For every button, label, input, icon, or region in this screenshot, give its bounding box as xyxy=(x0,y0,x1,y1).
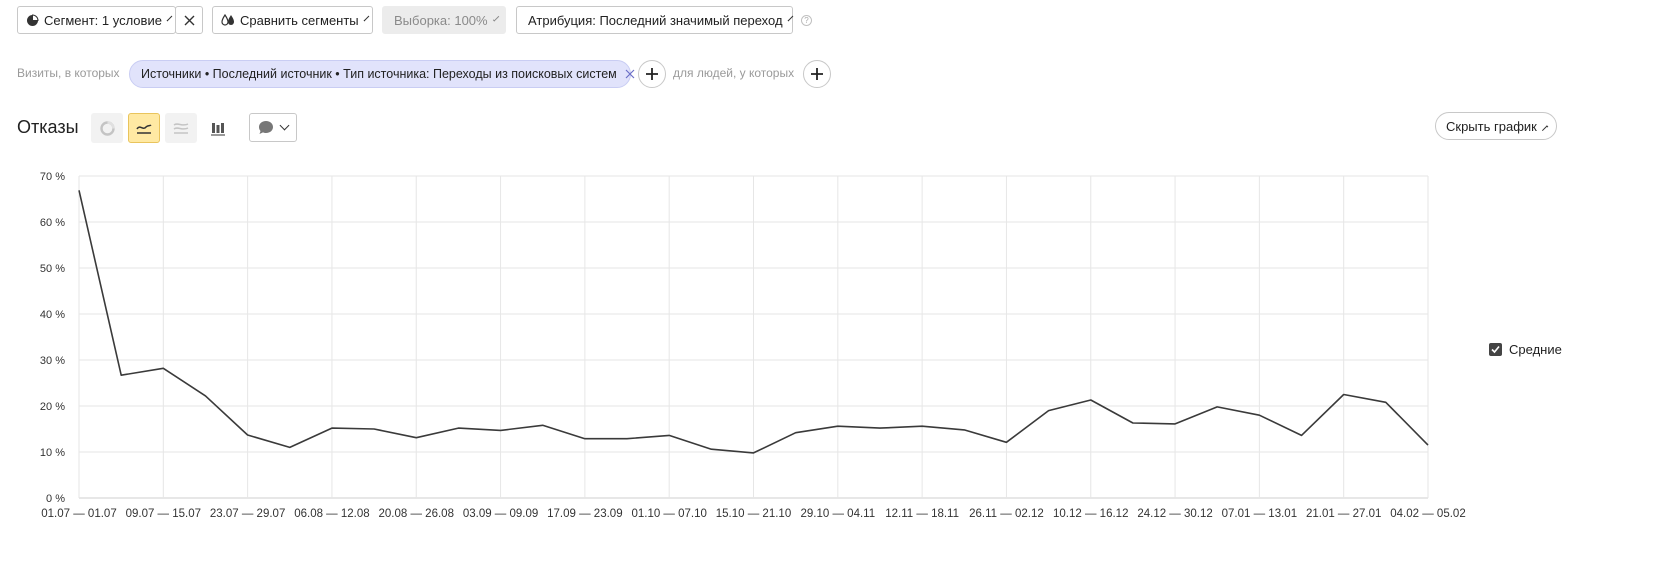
checkmark-icon xyxy=(1491,345,1500,354)
x-tick-label: 17.09 — 23.09 xyxy=(547,508,622,520)
x-tick-label: 07.01 — 13.01 xyxy=(1222,508,1297,520)
plus-icon xyxy=(646,68,658,80)
attribution-label: Атрибуция: Последний значимый переход xyxy=(528,12,783,28)
x-tick-label: 04.02 — 05.02 xyxy=(1390,508,1465,520)
x-tick-label: 26.11 — 02.12 xyxy=(969,508,1044,520)
y-tick-label: 10 % xyxy=(40,447,65,459)
people-condition-label: для людей, у которых xyxy=(673,66,795,80)
line-view-button[interactable] xyxy=(128,113,160,143)
x-tick-label: 12.11 — 18.11 xyxy=(885,508,959,520)
x-tick-label: 01.10 — 07.10 xyxy=(631,508,706,520)
chevron-down-icon xyxy=(166,15,173,21)
y-tick-label: 20 % xyxy=(40,401,65,413)
segment-label: Сегмент: 1 условие xyxy=(44,12,162,28)
averages-checkbox[interactable] xyxy=(1489,343,1502,356)
x-tick-label: 24.12 — 30.12 xyxy=(1137,508,1212,520)
compare-segments-button[interactable]: Сравнить сегменты xyxy=(212,6,373,34)
x-tick-label: 15.10 — 21.10 xyxy=(716,508,791,520)
chevron-down-icon xyxy=(363,15,369,21)
y-tick-label: 0 % xyxy=(46,493,65,505)
bounce-rate-chart: 0 % 10 % 20 % 30 % 40 % 50 % 60 % 70 % 01.07 — 0… xyxy=(40,171,1466,520)
pie-view-button[interactable] xyxy=(91,113,123,143)
sample-label: Выборка: 100% xyxy=(394,12,488,28)
comment-icon xyxy=(259,121,273,134)
chevron-down-icon xyxy=(492,14,500,22)
y-tick-label: 60 % xyxy=(40,217,65,229)
area-chart-icon xyxy=(173,123,189,134)
segment-button[interactable]: Сегмент: 1 условие xyxy=(17,6,176,34)
help-icon[interactable]: ? xyxy=(801,15,812,26)
add-people-condition-button[interactable] xyxy=(803,60,831,88)
stacked-bar-icon xyxy=(211,122,225,136)
add-visit-condition-button[interactable] xyxy=(638,60,666,88)
remove-filter-icon[interactable] xyxy=(625,69,635,79)
pie-chart-icon xyxy=(26,13,39,27)
x-tick-label: 03.09 — 09.09 xyxy=(463,508,538,520)
close-icon xyxy=(184,15,194,25)
averages-legend[interactable]: Средние xyxy=(1489,342,1562,357)
bar-view-button[interactable] xyxy=(202,113,234,143)
compare-label: Сравнить сегменты xyxy=(240,12,359,28)
x-tick-label: 21.01 — 27.01 xyxy=(1306,508,1381,520)
x-tick-label: 09.07 — 15.07 xyxy=(126,508,201,520)
x-tick-label: 06.08 — 12.08 xyxy=(294,508,369,520)
report-title: Отказы xyxy=(17,117,79,137)
pie-view-icon xyxy=(99,120,115,136)
plus-icon xyxy=(811,68,823,80)
visits-condition-label: Визиты, в которых xyxy=(17,66,120,80)
hide-chart-label: Скрыть график xyxy=(1446,118,1537,134)
filter-chip[interactable]: Источники • Последний источник • Тип ист… xyxy=(129,60,635,88)
x-tick-label: 20.08 — 26.08 xyxy=(379,508,454,520)
x-tick-label: 29.10 — 04.11 xyxy=(801,508,876,520)
y-tick-label: 70 % xyxy=(40,171,65,183)
y-tick-label: 30 % xyxy=(40,355,65,367)
line-chart-icon xyxy=(136,124,152,134)
averages-label: Средние xyxy=(1509,342,1562,357)
y-tick-label: 40 % xyxy=(40,309,65,321)
chevron-up-icon xyxy=(1541,124,1549,132)
annotations-button[interactable] xyxy=(249,113,297,142)
x-tick-label: 01.07 — 01.07 xyxy=(41,508,116,520)
attribution-button[interactable]: Атрибуция: Последний значимый переход xyxy=(516,6,793,34)
clear-segment-button[interactable] xyxy=(175,6,203,34)
chevron-down-icon xyxy=(279,120,290,131)
filter-chip-label: Источники • Последний источник • Тип ист… xyxy=(141,67,617,81)
chevron-down-icon xyxy=(787,15,793,21)
x-tick-label: 23.07 — 29.07 xyxy=(210,508,285,520)
x-tick-label: 10.12 — 16.12 xyxy=(1053,508,1128,520)
drops-icon xyxy=(221,13,235,27)
sample-button: Выборка: 100% xyxy=(382,6,506,34)
y-tick-label: 50 % xyxy=(40,263,65,275)
area-view-button[interactable] xyxy=(165,113,197,143)
hide-chart-button[interactable]: Скрыть график xyxy=(1435,112,1557,140)
